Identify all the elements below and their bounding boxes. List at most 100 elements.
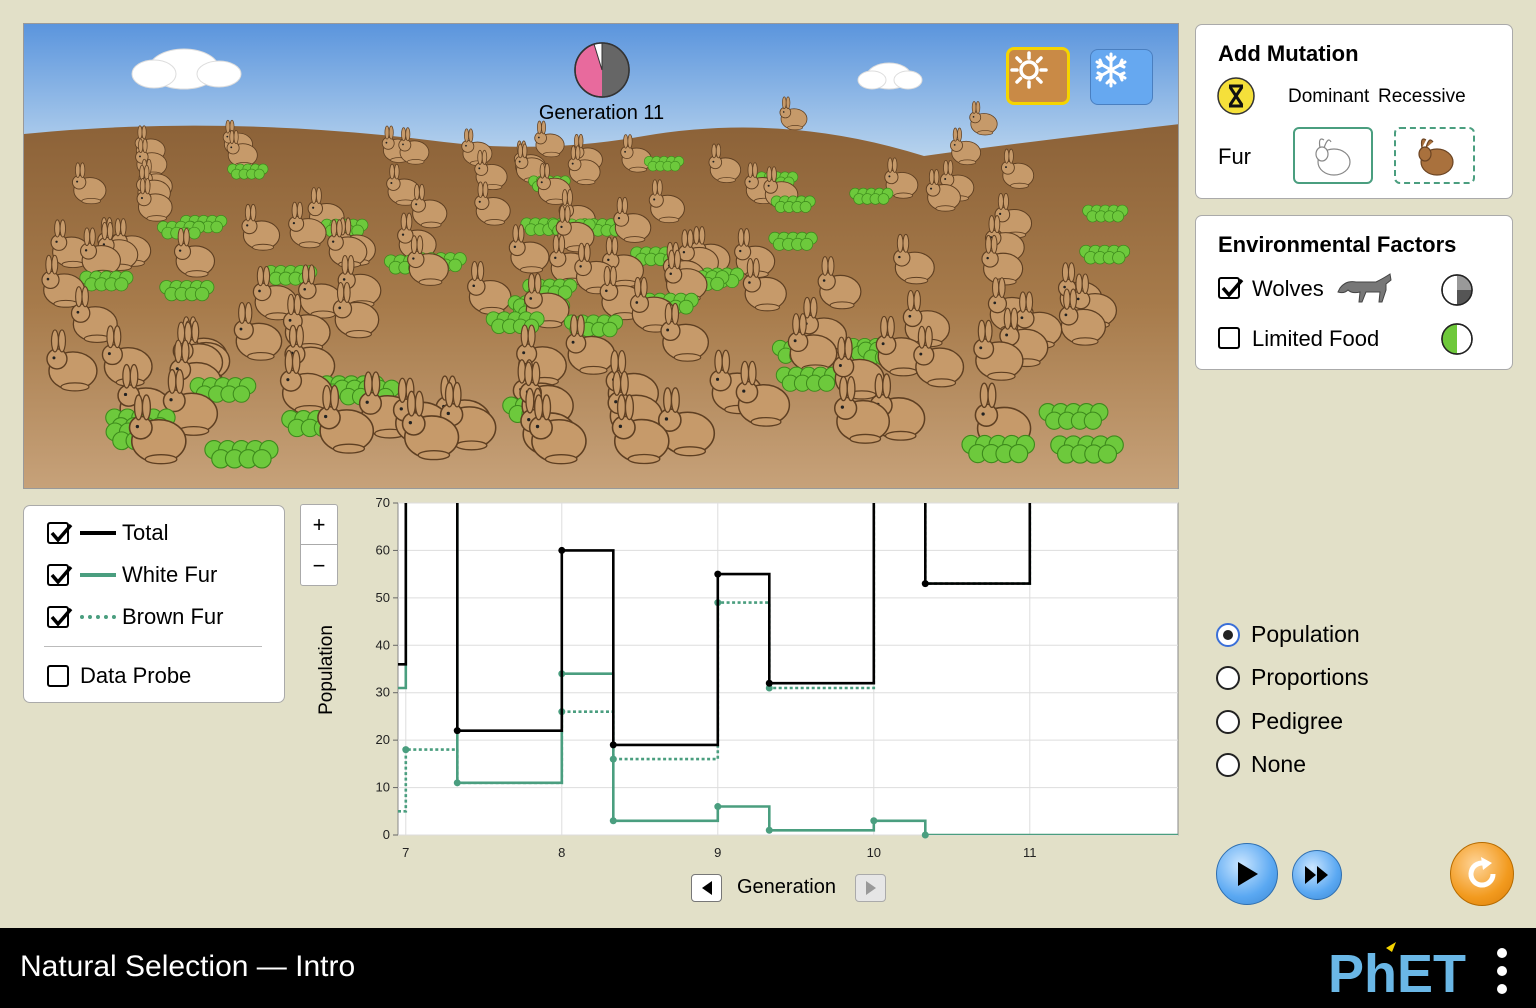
navigation-bar: Natural Selection — Intro PhET	[0, 928, 1536, 1008]
fur-trait-label: Fur	[1218, 144, 1251, 169]
recessive-fur-mutation-button[interactable]	[1394, 127, 1475, 184]
brown-fur-checkbox[interactable]	[47, 606, 73, 628]
reset-icon	[1468, 857, 1496, 888]
snowflake-icon	[1095, 52, 1127, 88]
none-radio-label: None	[1251, 751, 1306, 777]
population-radio-label: Population	[1251, 621, 1360, 647]
proportions-radio[interactable]	[1216, 666, 1240, 690]
bunny	[779, 96, 808, 131]
dominant-fur-mutation-button[interactable]	[1293, 127, 1373, 184]
wolves-pie-icon	[1441, 274, 1473, 306]
y-tick-label: 40	[376, 637, 390, 652]
graph-legend-panel: Total White Fur Brown Fur Data Probe	[23, 505, 285, 703]
shrub	[79, 270, 134, 292]
limited-food-checkbox[interactable]	[1218, 327, 1240, 349]
pedigree-radio-label: Pedigree	[1251, 708, 1344, 734]
wolf-icon	[1337, 273, 1392, 303]
play-area: Generation 11	[23, 23, 1179, 489]
shrub	[1079, 244, 1131, 265]
svg-text:PhET: PhET	[1328, 944, 1466, 998]
data-point	[453, 727, 461, 735]
sun-icon	[1010, 51, 1048, 89]
shrub	[770, 195, 816, 213]
shrub	[643, 155, 685, 172]
population-plot: 0 10 20 30 40 50 60 70 7 8 9 10 11	[376, 495, 1179, 860]
brown-fur-label: Brown Fur	[122, 604, 224, 629]
checkmark-icon	[1221, 278, 1244, 298]
pedigree-radio[interactable]	[1216, 710, 1240, 734]
data-point	[558, 546, 566, 554]
data-point	[402, 746, 410, 754]
shrub	[204, 439, 279, 469]
generation-scroll-control: Generation	[690, 872, 890, 904]
data-probe-label: Data Probe	[80, 663, 192, 688]
x-tick-label: 8	[558, 845, 565, 860]
environmental-factors-panel: Environmental Factors Wolves Limited Foo…	[1195, 215, 1513, 370]
white-fur-checkbox[interactable]	[47, 564, 73, 586]
y-tick-label: 50	[376, 590, 390, 605]
reset-all-button[interactable]	[1450, 842, 1514, 906]
data-point	[870, 817, 878, 825]
white-bunny-icon	[1315, 138, 1351, 176]
limited-food-label: Limited Food	[1252, 326, 1380, 351]
sim-title: Natural Selection — Intro	[20, 950, 356, 983]
y-tick-label: 10	[376, 780, 390, 795]
play-button[interactable]	[1216, 843, 1278, 905]
bunny	[398, 127, 430, 165]
checkmark-icon	[50, 565, 73, 585]
fast-forward-icon	[1305, 866, 1328, 884]
population-radio[interactable]	[1216, 623, 1240, 647]
data-point	[765, 679, 773, 687]
brown-bunny-icon	[1418, 138, 1454, 176]
plot-area	[397, 502, 1179, 836]
shrub	[961, 434, 1036, 464]
data-point	[765, 826, 773, 834]
phet-logo-icon: PhET	[1328, 942, 1466, 1004]
proportions-radio-label: Proportions	[1251, 664, 1369, 690]
triangle-right-icon	[865, 881, 876, 895]
shrub	[485, 311, 545, 335]
add-mutation-title: Add Mutation	[1218, 41, 1359, 66]
shrub	[1082, 204, 1129, 223]
data-point	[921, 831, 929, 839]
white-fur-label: White Fur	[122, 562, 218, 587]
checkmark-icon	[50, 523, 73, 543]
shrub	[1038, 402, 1109, 430]
brown-fur-legend-line	[80, 615, 116, 619]
x-tick-label: 7	[402, 845, 409, 860]
wolves-checkbox[interactable]	[1218, 277, 1244, 299]
shrub	[775, 366, 842, 392]
population-graph: 0 10 20 30 40 50 60 70 7 8 9 10 11	[310, 495, 1190, 915]
legend-divider	[44, 646, 262, 647]
data-point	[609, 741, 617, 749]
data-point	[921, 580, 929, 588]
phet-menu-button[interactable]	[1494, 948, 1510, 994]
bunny	[969, 101, 998, 136]
white-fur-legend-line	[80, 573, 116, 577]
phet-logo[interactable]: PhET	[1328, 940, 1488, 1004]
total-checkbox[interactable]	[47, 522, 73, 544]
bunny	[950, 127, 982, 166]
data-point	[714, 803, 722, 811]
fast-forward-button[interactable]	[1292, 850, 1342, 900]
previous-generation-button[interactable]	[691, 874, 722, 902]
x-tick-label: 11	[1023, 845, 1037, 860]
y-tick-label: 30	[376, 685, 390, 700]
generation-pie-icon	[574, 42, 630, 98]
data-point	[714, 570, 722, 578]
cloud-left	[131, 48, 242, 90]
next-generation-button[interactable]	[855, 874, 886, 902]
arctic-environment-button[interactable]	[1090, 49, 1153, 105]
add-mutation-panel: Add Mutation Dominant Recessive Fur	[1195, 24, 1513, 199]
recessive-label: Recessive	[1378, 86, 1466, 107]
y-tick-label: 70	[376, 495, 390, 510]
shrub	[849, 187, 894, 205]
none-radio[interactable]	[1216, 753, 1240, 777]
equator-environment-button[interactable]	[1006, 47, 1070, 105]
cloud-right	[857, 62, 923, 90]
data-point	[609, 817, 617, 825]
dna-hourglass-icon	[1217, 77, 1255, 115]
shrub	[159, 280, 215, 302]
data-probe-checkbox[interactable]	[47, 665, 69, 687]
y-tick-label: 20	[376, 732, 390, 747]
